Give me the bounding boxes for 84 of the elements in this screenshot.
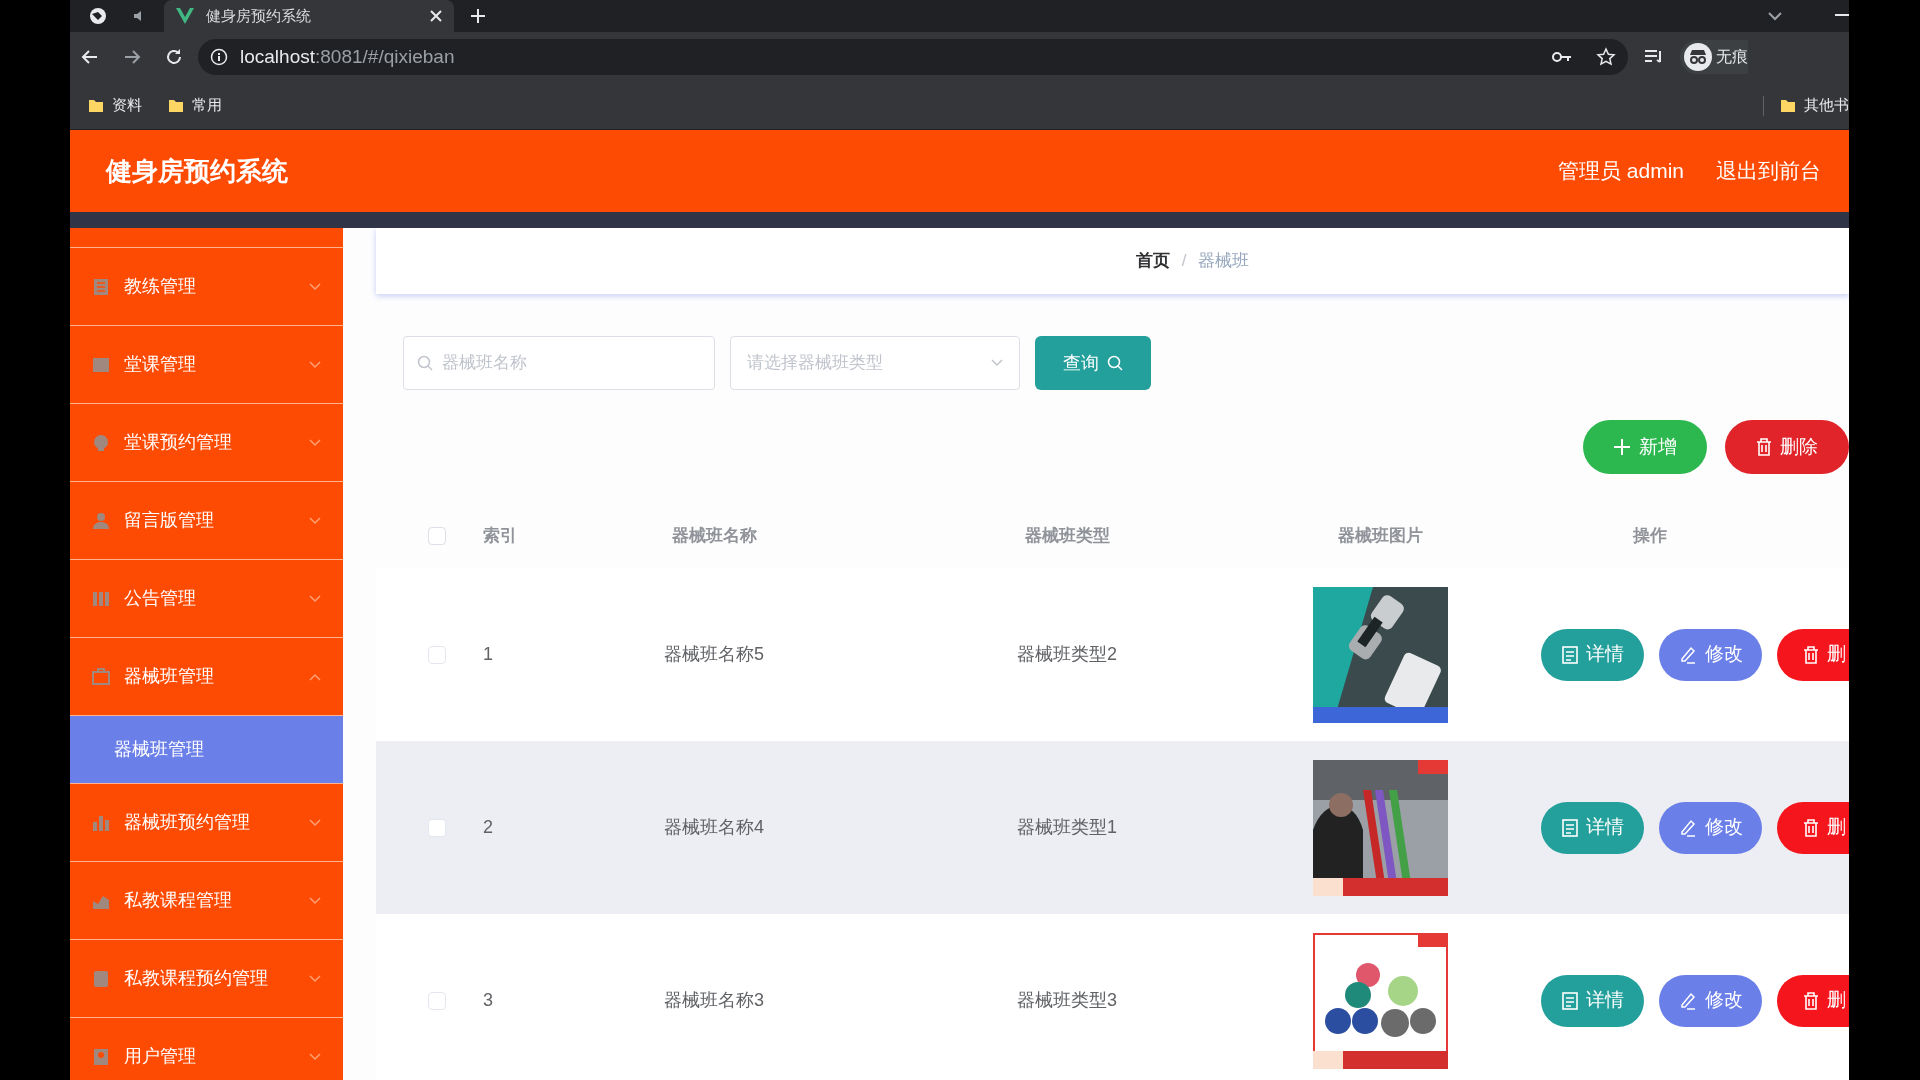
- info-icon[interactable]: [210, 48, 228, 66]
- delete-button[interactable]: 删: [1777, 628, 1849, 681]
- breadcrumb-item: 器械班: [1198, 250, 1250, 273]
- add-button[interactable]: 新增: [1583, 420, 1707, 474]
- star-icon[interactable]: [1596, 47, 1616, 67]
- user-label: 管理员 admin: [1557, 158, 1684, 185]
- delete-button[interactable]: 删: [1777, 801, 1849, 854]
- chevron-down-icon[interactable]: [1767, 10, 1783, 22]
- column-header: 器械班名称: [671, 525, 757, 548]
- search-field[interactable]: 器械班名称: [403, 336, 715, 390]
- key-icon[interactable]: [1552, 51, 1572, 63]
- table-row[interactable]: 2 器械班名称4 器械班类型1 详情 修改 删: [376, 741, 1849, 914]
- profile-button[interactable]: 无痕: [1680, 40, 1748, 74]
- playlist-icon[interactable]: [1644, 49, 1664, 65]
- table-cell-text: 器械班名称3: [664, 989, 764, 1012]
- list-icon: [92, 277, 110, 296]
- app-title: 健身房预约系统: [106, 154, 288, 188]
- bookmark[interactable]: 常用: [160, 91, 230, 120]
- table-cell-text: 器械班类型1: [1017, 816, 1117, 839]
- row-checkbox[interactable]: [428, 645, 446, 664]
- edit-button[interactable]: 修改: [1659, 628, 1762, 681]
- trash-icon: [1803, 818, 1819, 837]
- new-tab-icon[interactable]: [470, 8, 486, 24]
- square-icon: [92, 969, 110, 988]
- minimize-icon[interactable]: [1835, 14, 1849, 18]
- trash-icon: [1803, 991, 1819, 1010]
- delete-button[interactable]: 删除: [1725, 420, 1849, 474]
- pencil-icon: [1678, 991, 1697, 1010]
- contact-card-icon: [92, 1047, 110, 1066]
- reload-icon[interactable]: [164, 47, 184, 67]
- trash-icon: [1803, 645, 1819, 664]
- table-cell-text: 器械班类型2: [1017, 643, 1117, 666]
- breadcrumb-separator: /: [1181, 250, 1187, 273]
- tab-title: 健身房预约系统: [206, 5, 312, 26]
- close-icon[interactable]: [430, 10, 442, 22]
- sidebar-subitem[interactable]: 器械班管理: [70, 716, 343, 784]
- chat-bubble-icon: [92, 433, 110, 452]
- columns-icon: [92, 589, 110, 608]
- square-icon: [92, 355, 110, 374]
- table-cell-text: 3: [483, 989, 493, 1012]
- trash-icon: [1756, 438, 1772, 456]
- details-button[interactable]: 详情: [1541, 974, 1644, 1027]
- incognito-icon: [1684, 43, 1712, 71]
- pencil-icon: [1678, 645, 1697, 664]
- browser-tab[interactable]: 健身房预约系统: [164, 0, 454, 32]
- folder-icon: [88, 97, 104, 114]
- row-checkbox[interactable]: [428, 991, 446, 1010]
- details-button[interactable]: 详情: [1541, 628, 1644, 681]
- briefcase-icon: [92, 667, 110, 686]
- table-cell-text: 1: [483, 643, 493, 666]
- select-all-checkbox[interactable]: [428, 527, 446, 545]
- plus-icon: [1613, 438, 1631, 456]
- folder-icon: [168, 97, 184, 114]
- table-cell-text: 器械班名称4: [664, 816, 764, 839]
- search-icon: [417, 355, 433, 371]
- document-icon: [1561, 991, 1578, 1010]
- row-checkbox[interactable]: [428, 818, 446, 837]
- pencil-icon: [1678, 818, 1697, 837]
- person-icon: [92, 511, 110, 530]
- breadcrumb-item[interactable]: 首页: [1135, 248, 1170, 274]
- url-text: localhost:8081/#/qixieban: [240, 44, 455, 69]
- column-header: 操作: [1633, 525, 1667, 548]
- folder-icon: [1780, 97, 1796, 114]
- tab-favicon-icon: [176, 8, 194, 24]
- edit-button[interactable]: 修改: [1659, 974, 1762, 1027]
- table-cell-text: 2: [483, 816, 493, 839]
- address-bar[interactable]: localhost:8081/#/qixieban: [198, 39, 1628, 75]
- bookmark[interactable]: 资料: [80, 91, 150, 120]
- column-header: 器械班图片: [1337, 525, 1423, 548]
- table-cell-text: 器械班类型3: [1017, 989, 1117, 1012]
- document-icon: [1561, 645, 1578, 664]
- column-header: 器械班类型: [1024, 525, 1110, 548]
- other-bookmarks[interactable]: 其他书: [1776, 94, 1849, 117]
- exit-link[interactable]: 退出到前台: [1716, 155, 1821, 187]
- bar-chart-icon: [92, 813, 110, 832]
- details-button[interactable]: 详情: [1541, 801, 1644, 854]
- query-button[interactable]: 查询: [1035, 336, 1151, 390]
- document-icon: [1561, 818, 1578, 837]
- column-header: 索引: [483, 525, 517, 548]
- search-icon: [1107, 355, 1123, 371]
- delete-button[interactable]: 删: [1777, 974, 1849, 1027]
- edit-button[interactable]: 修改: [1659, 801, 1762, 854]
- table-cell-text: 器械班名称5: [664, 643, 764, 666]
- chevron-down-icon: [991, 359, 1003, 367]
